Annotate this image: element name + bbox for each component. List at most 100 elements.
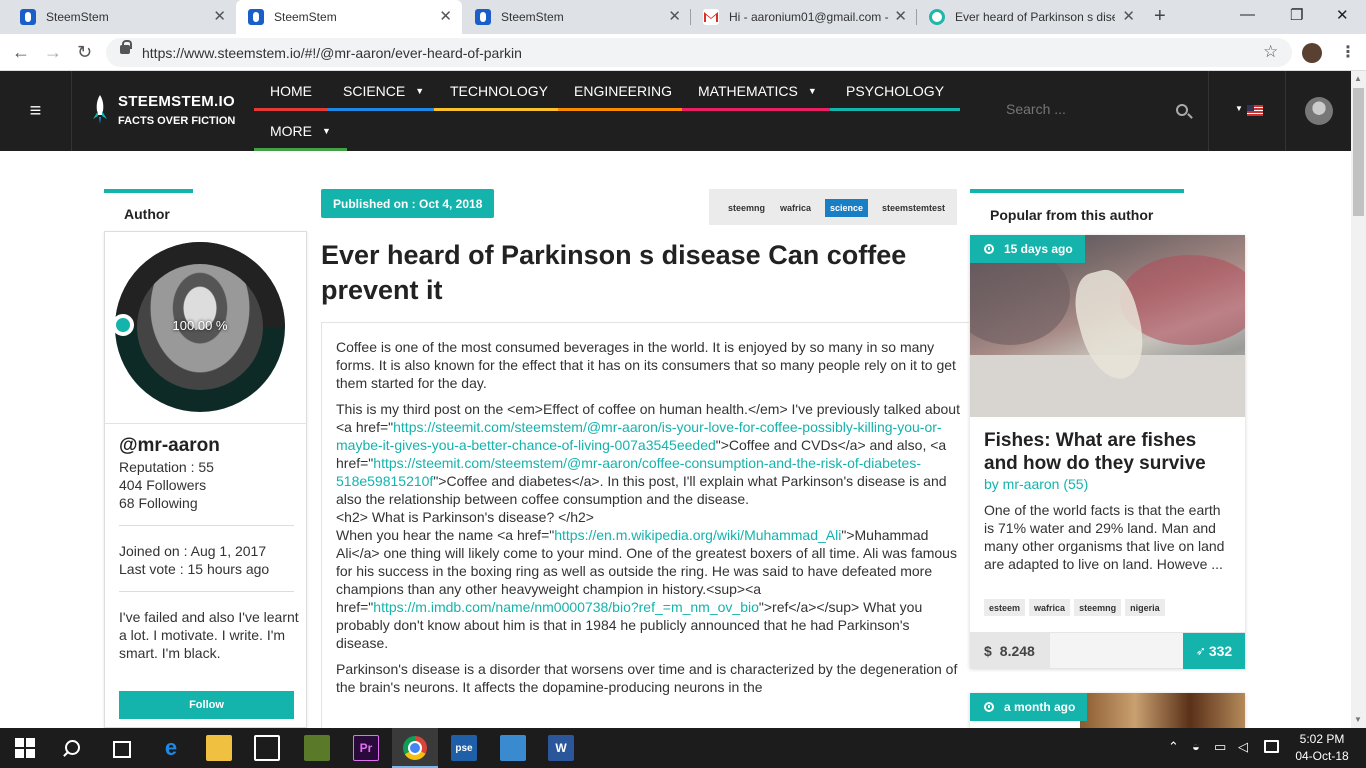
author-section-header: Author [104, 189, 193, 231]
caret-down-icon: ▼ [807, 86, 817, 96]
close-icon[interactable]: ✕ [213, 9, 226, 25]
tag-wafrica[interactable]: wafrica [1029, 599, 1071, 616]
tag-steemstemtest[interactable]: steemstemtest [877, 199, 950, 217]
rocket-logo-icon [93, 95, 107, 124]
nav-home[interactable]: HOME [254, 71, 328, 111]
tag-wafrica[interactable]: wafrica [775, 199, 816, 217]
hamburger-menu-icon[interactable]: ≡ [0, 71, 72, 151]
author-following[interactable]: 68 Following [119, 495, 198, 511]
tag-esteem[interactable]: esteem [984, 599, 1026, 616]
tag-science[interactable]: science [825, 199, 869, 217]
nav-technology[interactable]: TECHNOLOGY [434, 71, 565, 111]
language-selector[interactable]: ▼ [1208, 71, 1286, 151]
nav-label: MORE [270, 123, 312, 139]
follow-button[interactable]: Follow [119, 691, 294, 719]
nav-psychology[interactable]: PSYCHOLOGY [830, 71, 961, 111]
volume-icon[interactable]: ◁ [1238, 739, 1248, 755]
windows-start-icon[interactable] [13, 736, 37, 760]
user-avatar[interactable] [1305, 97, 1333, 125]
app-icon[interactable] [304, 735, 330, 761]
post-tags: esteem wafrica steemng nigeria [984, 599, 1165, 616]
new-tab-button[interactable]: + [1154, 5, 1166, 28]
nav-mathematics[interactable]: MATHEMATICS ▼ [682, 71, 833, 111]
nav-more[interactable]: MORE ▼ [254, 111, 347, 151]
file-explorer-icon[interactable] [206, 735, 232, 761]
divider [119, 525, 294, 526]
store-icon[interactable] [254, 735, 280, 761]
taskbar-date[interactable]: 04-Oct-18 [1294, 749, 1350, 763]
browser-tab-5[interactable]: Ever heard of Parkinson s disea ✕ [917, 0, 1145, 34]
post-author[interactable]: by mr-aaron (55) [984, 476, 1088, 492]
vote-count: 332 [1208, 643, 1233, 659]
edge-icon[interactable]: e [158, 735, 184, 761]
profile-avatar[interactable] [1302, 43, 1322, 63]
close-icon[interactable]: ✕ [1122, 9, 1135, 25]
close-icon[interactable]: ✕ [668, 9, 681, 25]
author-name[interactable]: @mr-aaron [119, 435, 220, 457]
tag-nigeria[interactable]: nigeria [1125, 599, 1165, 616]
scroll-up-icon[interactable]: ▲ [1354, 74, 1362, 83]
network-icon[interactable]: ▭ [1214, 739, 1226, 755]
task-view-icon[interactable] [108, 736, 132, 760]
tag-steemng[interactable]: steemng [723, 199, 770, 217]
author-reputation: Reputation : 55 [119, 459, 214, 475]
text-run: When you hear the name <a href=" [336, 527, 555, 543]
bookmark-star-icon[interactable]: ☆ [1263, 42, 1278, 62]
chevron-up-icon[interactable]: ⌃ [1168, 739, 1179, 755]
article-link[interactable]: https://m.imdb.com/name/nm0000738/bio?re… [373, 599, 759, 615]
popular-post-card[interactable]: a month ago [970, 693, 1245, 728]
browser-tab-strip: SteemStem ✕ SteemStem ✕ SteemStem ✕ Hi -… [0, 0, 1366, 34]
window-close-button[interactable]: ✕ [1336, 6, 1349, 24]
popular-post-card[interactable]: 15 days ago Fishes: What are fishes and … [970, 235, 1245, 669]
nav-label: SCIENCE [343, 83, 406, 99]
author-followers[interactable]: 404 Followers [119, 477, 206, 493]
notification-icon[interactable] [1264, 740, 1279, 753]
chrome-taskbar-button[interactable] [392, 728, 438, 768]
nav-science[interactable]: SCIENCE ▼ [327, 71, 441, 111]
tag-steemng[interactable]: steemng [1074, 599, 1122, 616]
search-icon[interactable] [60, 736, 84, 760]
scrollbar-thumb[interactable] [1353, 88, 1364, 216]
browser-menu-icon[interactable]: ⋮ [1340, 42, 1356, 62]
search-icon[interactable] [1176, 104, 1188, 116]
browser-tab-2-active[interactable]: SteemStem ✕ [236, 0, 462, 34]
post-thumbnail-image[interactable]: 15 days ago [970, 235, 1245, 417]
forward-arrow-icon[interactable]: → [44, 42, 62, 63]
author-section-title: Author [124, 206, 170, 222]
post-time: a month ago [1004, 700, 1076, 714]
post-time-badge: a month ago [970, 693, 1088, 721]
close-icon[interactable]: ✕ [439, 9, 452, 25]
restore-button[interactable]: ❐ [1290, 6, 1303, 24]
search-input[interactable] [1006, 101, 1166, 117]
article-link[interactable]: https://en.m.wikipedia.org/wiki/Muhammad… [554, 527, 841, 543]
payout-value: 8.248 [999, 643, 1035, 659]
premiere-icon[interactable]: Pr [353, 735, 379, 761]
nav-label: PSYCHOLOGY [846, 83, 945, 99]
voting-power-ring: 100.00 % [112, 242, 285, 412]
post-title[interactable]: Fishes: What are fishes and how do they … [984, 429, 1234, 475]
close-icon[interactable]: ✕ [894, 9, 907, 25]
post-excerpt: One of the world facts is that the earth… [984, 502, 1225, 572]
photoshop-icon[interactable]: pse [451, 735, 477, 761]
browser-tab-1[interactable]: SteemStem ✕ [8, 0, 236, 34]
minimize-button[interactable]: — [1240, 6, 1255, 23]
omnibox[interactable]: https://www.steemstem.io/#!/@mr-aaron/ev… [106, 38, 1292, 67]
text-run: <h2> What is Parkinson's disease? </h2> [336, 509, 594, 525]
browser-tab-4[interactable]: Hi - aaronium01@gmail.com - ✕ [691, 0, 917, 34]
scroll-down-icon[interactable]: ▼ [1354, 715, 1362, 724]
nav-engineering[interactable]: ENGINEERING [558, 71, 689, 111]
browser-tab-3[interactable]: SteemStem ✕ [463, 0, 691, 34]
page-scrollbar[interactable]: ▲ ▼ [1351, 71, 1366, 728]
url-text[interactable]: https://www.steemstem.io/#!/@mr-aaron/ev… [142, 45, 522, 61]
dollar-icon: $ [984, 643, 992, 659]
cloud-icon[interactable]: ◒ [1192, 739, 1200, 754]
site-search [992, 71, 1208, 151]
word-icon[interactable]: W [548, 735, 574, 761]
lock-icon [120, 40, 132, 54]
back-arrow-icon[interactable]: ← [12, 42, 30, 63]
reload-icon[interactable]: ↻ [77, 42, 92, 63]
upvote-button[interactable]: ➶ 332 [1183, 633, 1245, 669]
app-icon[interactable] [500, 735, 526, 761]
nav-underline [830, 108, 961, 111]
taskbar-time[interactable]: 5:02 PM [1294, 732, 1350, 746]
